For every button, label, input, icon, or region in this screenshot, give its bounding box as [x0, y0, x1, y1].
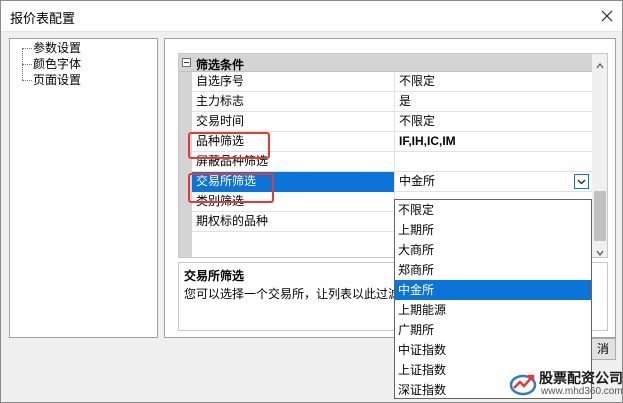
tree-connector: [22, 48, 32, 49]
collapse-icon[interactable]: [182, 58, 191, 67]
scroll-up-icon[interactable]: [596, 59, 604, 69]
window-title: 报价表配置: [10, 11, 76, 26]
tree-item-params[interactable]: 参数设置: [33, 41, 81, 56]
dropdown-option[interactable]: 不限定: [395, 200, 591, 220]
highlight-box: [188, 173, 274, 203]
prop-value[interactable]: 是: [395, 92, 592, 112]
prop-name: 期权标的品种: [192, 212, 395, 232]
watermark-title: 股票配资公司: [539, 370, 623, 386]
exchange-combo-value: 中金所: [399, 174, 436, 188]
prop-row-trading-time[interactable]: 交易时间 不限定: [192, 112, 592, 132]
config-dialog: 报价表配置 参数设置 颜色字体 页面设置 筛选条件 自选序号 不限定 主力标志 …: [0, 0, 623, 403]
dropdown-option[interactable]: 大商所: [395, 240, 591, 260]
watermark-url: www.mhd360.com: [541, 386, 623, 397]
tree-connector: [22, 80, 32, 81]
dropdown-option[interactable]: 郑商所: [395, 260, 591, 280]
chevron-down-icon[interactable]: [574, 174, 589, 189]
dropdown-option[interactable]: 中证指数: [395, 340, 591, 360]
watermark: 股票配资公司 www.mhd360.com: [508, 365, 623, 401]
scroll-down-icon[interactable]: [596, 246, 604, 256]
cancel-button-label: 消: [596, 342, 609, 356]
group-label: 筛选条件: [196, 58, 245, 72]
exchange-combo[interactable]: 中金所: [395, 172, 592, 192]
dropdown-option[interactable]: 广期所: [395, 320, 591, 340]
tree-item-colors-fonts[interactable]: 颜色字体: [33, 57, 81, 72]
scroll-thumb[interactable]: [594, 191, 606, 241]
grid-left-strip: [179, 72, 192, 257]
prop-row-main-contract-flag[interactable]: 主力标志 是: [192, 92, 592, 112]
group-header-filter[interactable]: 筛选条件: [179, 54, 592, 72]
dropdown-option-selected[interactable]: 中金所: [395, 280, 591, 300]
prop-value[interactable]: IF,IH,IC,IM: [395, 132, 592, 152]
prop-name: 自选序号: [192, 72, 395, 92]
watermark-logo-icon: [508, 368, 538, 398]
title-bar: 报价表配置: [1, 1, 622, 32]
prop-name: 主力标志: [192, 92, 395, 112]
description-text: 您可以选择一个交易所，让列表以此过滤: [184, 287, 401, 301]
prop-name: 交易时间: [192, 112, 395, 132]
close-icon[interactable]: [597, 6, 617, 26]
prop-value[interactable]: 不限定: [395, 112, 592, 132]
highlight-box: [188, 132, 270, 159]
description-title: 交易所筛选: [184, 269, 245, 283]
dropdown-option[interactable]: 上期所: [395, 220, 591, 240]
grid-scrollbar[interactable]: [592, 54, 607, 257]
tree-item-page-settings[interactable]: 页面设置: [33, 73, 81, 88]
prop-value[interactable]: [395, 152, 592, 172]
dropdown-option[interactable]: 上期能源: [395, 300, 591, 320]
prop-row-watchlist-order[interactable]: 自选序号 不限定: [192, 72, 592, 92]
prop-value[interactable]: 不限定: [395, 72, 592, 92]
tree-connector: [22, 64, 32, 65]
settings-tree: 参数设置 颜色字体 页面设置: [9, 38, 158, 338]
